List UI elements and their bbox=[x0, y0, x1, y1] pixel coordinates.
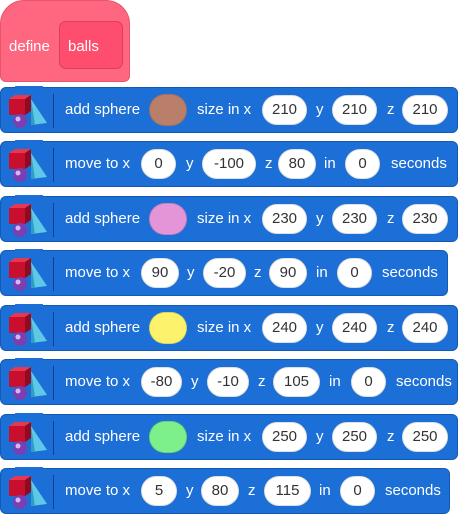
size-in-x-label: size in x bbox=[197, 101, 252, 118]
y-label: y bbox=[316, 210, 324, 227]
size-y-input[interactable]: 250 bbox=[332, 422, 377, 452]
size-z-input[interactable]: 250 bbox=[402, 422, 448, 452]
move-seconds-input[interactable]: 0 bbox=[340, 476, 375, 506]
seconds-label: seconds bbox=[391, 155, 447, 172]
move-z-input[interactable]: 90 bbox=[269, 258, 307, 288]
3d-shapes-icon bbox=[9, 476, 47, 509]
size-in-x-label: size in x bbox=[197, 210, 252, 227]
seconds-label: seconds bbox=[382, 264, 438, 281]
3d-shapes-icon bbox=[9, 149, 47, 182]
param-label: balls bbox=[68, 38, 99, 55]
y-label: y bbox=[186, 155, 194, 172]
z-label: z bbox=[254, 264, 262, 281]
z-label: z bbox=[248, 482, 256, 499]
move-to-x-label: move to x bbox=[65, 482, 131, 499]
move-to-x-label: move to x bbox=[65, 373, 131, 390]
z-label: z bbox=[387, 319, 395, 336]
y-label: y bbox=[191, 373, 199, 390]
size-x-input[interactable]: 210 bbox=[262, 95, 307, 125]
move-to-block[interactable]: move to x 5 y 80 z 115 in 0 seconds bbox=[0, 467, 450, 514]
define-param-balls[interactable]: balls bbox=[59, 21, 123, 69]
3d-shapes-icon bbox=[9, 204, 47, 237]
size-y-input[interactable]: 230 bbox=[332, 204, 377, 234]
move-z-input[interactable]: 80 bbox=[278, 149, 316, 179]
add-sphere-block[interactable]: add sphere size in x 250 y 250 z 250 bbox=[0, 413, 458, 460]
3d-shapes-icon bbox=[9, 258, 47, 291]
size-x-input[interactable]: 230 bbox=[262, 204, 307, 234]
add-sphere-block[interactable]: add sphere size in x 210 y 210 z 210 bbox=[0, 86, 458, 133]
move-y-input[interactable]: -20 bbox=[203, 258, 246, 288]
color-swatch[interactable] bbox=[149, 94, 187, 126]
move-to-x-label: move to x bbox=[65, 155, 131, 172]
y-label: y bbox=[316, 101, 324, 118]
add-sphere-block[interactable]: add sphere size in x 230 y 230 z 230 bbox=[0, 195, 458, 242]
size-y-input[interactable]: 210 bbox=[332, 95, 377, 125]
size-in-x-label: size in x bbox=[197, 319, 252, 336]
z-label: z bbox=[258, 373, 266, 390]
y-label: y bbox=[187, 264, 195, 281]
y-label: y bbox=[316, 428, 324, 445]
move-x-input[interactable]: 90 bbox=[141, 258, 179, 288]
move-seconds-input[interactable]: 0 bbox=[337, 258, 372, 288]
z-label: z bbox=[387, 428, 395, 445]
color-swatch[interactable] bbox=[149, 312, 187, 344]
move-x-input[interactable]: 5 bbox=[141, 476, 177, 506]
move-z-input[interactable]: 115 bbox=[264, 476, 311, 506]
in-label: in bbox=[329, 373, 341, 390]
color-swatch[interactable] bbox=[149, 421, 187, 453]
size-x-input[interactable]: 250 bbox=[262, 422, 307, 452]
seconds-label: seconds bbox=[385, 482, 441, 499]
size-z-input[interactable]: 230 bbox=[402, 204, 448, 234]
move-to-block[interactable]: move to x 0 y -100 z 80 in 0 seconds bbox=[0, 140, 458, 187]
in-label: in bbox=[324, 155, 336, 172]
z-label: z bbox=[387, 210, 395, 227]
define-label: define bbox=[9, 38, 50, 55]
y-label: y bbox=[316, 319, 324, 336]
add-sphere-label: add sphere bbox=[65, 210, 141, 227]
define-hat-block[interactable]: define balls bbox=[0, 0, 130, 82]
3d-shapes-icon bbox=[9, 313, 47, 346]
add-sphere-label: add sphere bbox=[65, 428, 141, 445]
3d-shapes-icon bbox=[9, 367, 47, 400]
add-sphere-label: add sphere bbox=[65, 101, 141, 118]
move-seconds-input[interactable]: 0 bbox=[351, 367, 386, 397]
size-z-input[interactable]: 240 bbox=[402, 313, 448, 343]
in-label: in bbox=[319, 482, 331, 499]
in-label: in bbox=[316, 264, 328, 281]
move-y-input[interactable]: -100 bbox=[202, 149, 256, 179]
size-x-input[interactable]: 240 bbox=[262, 313, 307, 343]
seconds-label: seconds bbox=[396, 373, 452, 390]
move-x-input[interactable]: -80 bbox=[141, 367, 182, 397]
move-to-block[interactable]: move to x 90 y -20 z 90 in 0 seconds bbox=[0, 249, 448, 296]
move-y-input[interactable]: -10 bbox=[207, 367, 249, 397]
z-label: z bbox=[387, 101, 395, 118]
add-sphere-block[interactable]: add sphere size in x 240 y 240 z 240 bbox=[0, 304, 458, 351]
move-to-block[interactable]: move to x -80 y -10 z 105 in 0 seconds bbox=[0, 358, 458, 405]
size-y-input[interactable]: 240 bbox=[332, 313, 377, 343]
move-to-x-label: move to x bbox=[65, 264, 131, 281]
move-y-input[interactable]: 80 bbox=[201, 476, 239, 506]
3d-shapes-icon bbox=[9, 95, 47, 128]
z-label: z bbox=[265, 155, 273, 172]
move-z-input[interactable]: 105 bbox=[273, 367, 320, 397]
y-label: y bbox=[186, 482, 194, 499]
color-swatch[interactable] bbox=[149, 203, 187, 235]
add-sphere-label: add sphere bbox=[65, 319, 141, 336]
move-x-input[interactable]: 0 bbox=[141, 149, 176, 179]
move-seconds-input[interactable]: 0 bbox=[345, 149, 380, 179]
3d-shapes-icon bbox=[9, 422, 47, 455]
size-z-input[interactable]: 210 bbox=[402, 95, 448, 125]
size-in-x-label: size in x bbox=[197, 428, 252, 445]
